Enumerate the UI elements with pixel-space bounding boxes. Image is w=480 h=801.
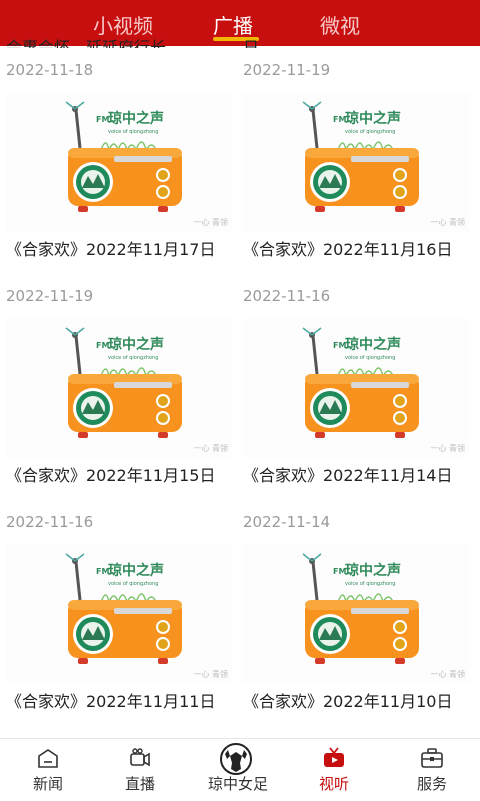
card-thumbnail[interactable]: FM 琼中之声 voice of qiongzhong 一心 青领 [6, 544, 232, 684]
card-thumbnail[interactable]: FM 琼中之声 voice of qiongzhong 一心 青领 [6, 92, 232, 232]
nav-services[interactable]: 服务 [384, 739, 480, 801]
card-thumbnail[interactable]: FM 琼中之声 voice of qiongzhong 一心 青领 [243, 92, 469, 232]
clipped-item-title-left[interactable]: 会惠会怀，延延府行长... [6, 34, 226, 48]
nav-live-label: 直播 [124, 775, 155, 793]
thumbnail-watermark: 一心 青领 [193, 444, 228, 453]
card-date: 2022-11-16 [243, 287, 331, 305]
thumbnail-watermark: 一心 青领 [193, 670, 228, 679]
thumbnail-watermark: 一心 青领 [430, 444, 465, 453]
card-date: 2022-11-16 [6, 513, 94, 531]
card-thumbnail[interactable]: FM 琼中之声 voice of qiongzhong 一心 青领 [243, 318, 469, 458]
station-name: 琼中之声 [108, 562, 164, 579]
card-date: 2022-11-14 [243, 513, 331, 531]
clipped-item-date-right: 2022-11-19 [243, 61, 331, 79]
card-title[interactable]: 《合家欢》2022年11月11日 [6, 690, 234, 714]
briefcase-icon [421, 748, 443, 768]
radio-illustration: FM 琼中之声 voice of qiongzhong [65, 101, 182, 212]
tab-micro-video[interactable]: 微视 [320, 10, 360, 39]
card-thumbnail[interactable]: FM 琼中之声 voice of qiongzhong 一心 青领 [6, 318, 232, 458]
station-subtitle: voice of qiongzhong [108, 129, 158, 135]
live-camera-icon [130, 748, 150, 767]
nav-qiongzhong-womens-football-label: 琼中女足 [207, 775, 268, 793]
radio-illustration: FM 琼中之声 voice of qiongzhong [302, 101, 419, 212]
soccer-ball-icon [220, 743, 252, 775]
card-title[interactable]: 《合家欢》2022年11月10日 [243, 690, 471, 714]
card-title[interactable]: 《合家欢》2022年11月16日 [243, 238, 471, 262]
card-date: 2022-11-19 [6, 287, 94, 305]
station-subtitle: voice of qiongzhong [345, 581, 395, 587]
card-thumbnail[interactable]: FM 琼中之声 voice of qiongzhong 一心 青领 [243, 544, 469, 684]
station-name: 琼中之声 [108, 336, 164, 353]
station-subtitle: voice of qiongzhong [108, 581, 158, 587]
station-name: 琼中之声 [345, 562, 401, 579]
station-name: 琼中之声 [345, 110, 401, 127]
nav-audio-visual[interactable]: 视听 [286, 739, 382, 801]
station-name: 琼中之声 [108, 110, 164, 127]
nav-live[interactable]: 直播 [92, 739, 188, 801]
thumbnail-watermark: 一心 青领 [430, 670, 465, 679]
clipped-item-title-right[interactable]: 日 [243, 34, 283, 48]
nav-news[interactable]: 新闻 [0, 739, 96, 801]
thumbnail-watermark: 一心 青领 [430, 218, 465, 227]
thumbnail-watermark: 一心 青领 [193, 218, 228, 227]
bottom-navigation: 新闻 直播 琼中女足 视听 服务 [0, 738, 480, 801]
station-subtitle: voice of qiongzhong [345, 129, 395, 135]
nav-audio-visual-label: 视听 [318, 775, 349, 793]
radio-illustration: FM 琼中之声 voice of qiongzhong [65, 553, 182, 664]
card-title[interactable]: 《合家欢》2022年11月17日 [6, 238, 234, 262]
nav-qiongzhong-womens-football[interactable]: 琼中女足 [188, 739, 288, 801]
news-icon [38, 749, 58, 768]
station-name: 琼中之声 [345, 336, 401, 353]
nav-news-label: 新闻 [32, 775, 63, 793]
radio-illustration: FM 琼中之声 voice of qiongzhong [302, 327, 419, 438]
nav-services-label: 服务 [416, 775, 447, 793]
card-title[interactable]: 《合家欢》2022年11月14日 [243, 464, 471, 488]
station-subtitle: voice of qiongzhong [108, 355, 158, 361]
tv-icon [324, 747, 344, 767]
station-subtitle: voice of qiongzhong [345, 355, 395, 361]
radio-illustration: FM 琼中之声 voice of qiongzhong [65, 327, 182, 438]
card-title[interactable]: 《合家欢》2022年11月15日 [6, 464, 234, 488]
radio-illustration: FM 琼中之声 voice of qiongzhong [302, 553, 419, 664]
clipped-item-date-left: 2022-11-18 [6, 61, 94, 79]
